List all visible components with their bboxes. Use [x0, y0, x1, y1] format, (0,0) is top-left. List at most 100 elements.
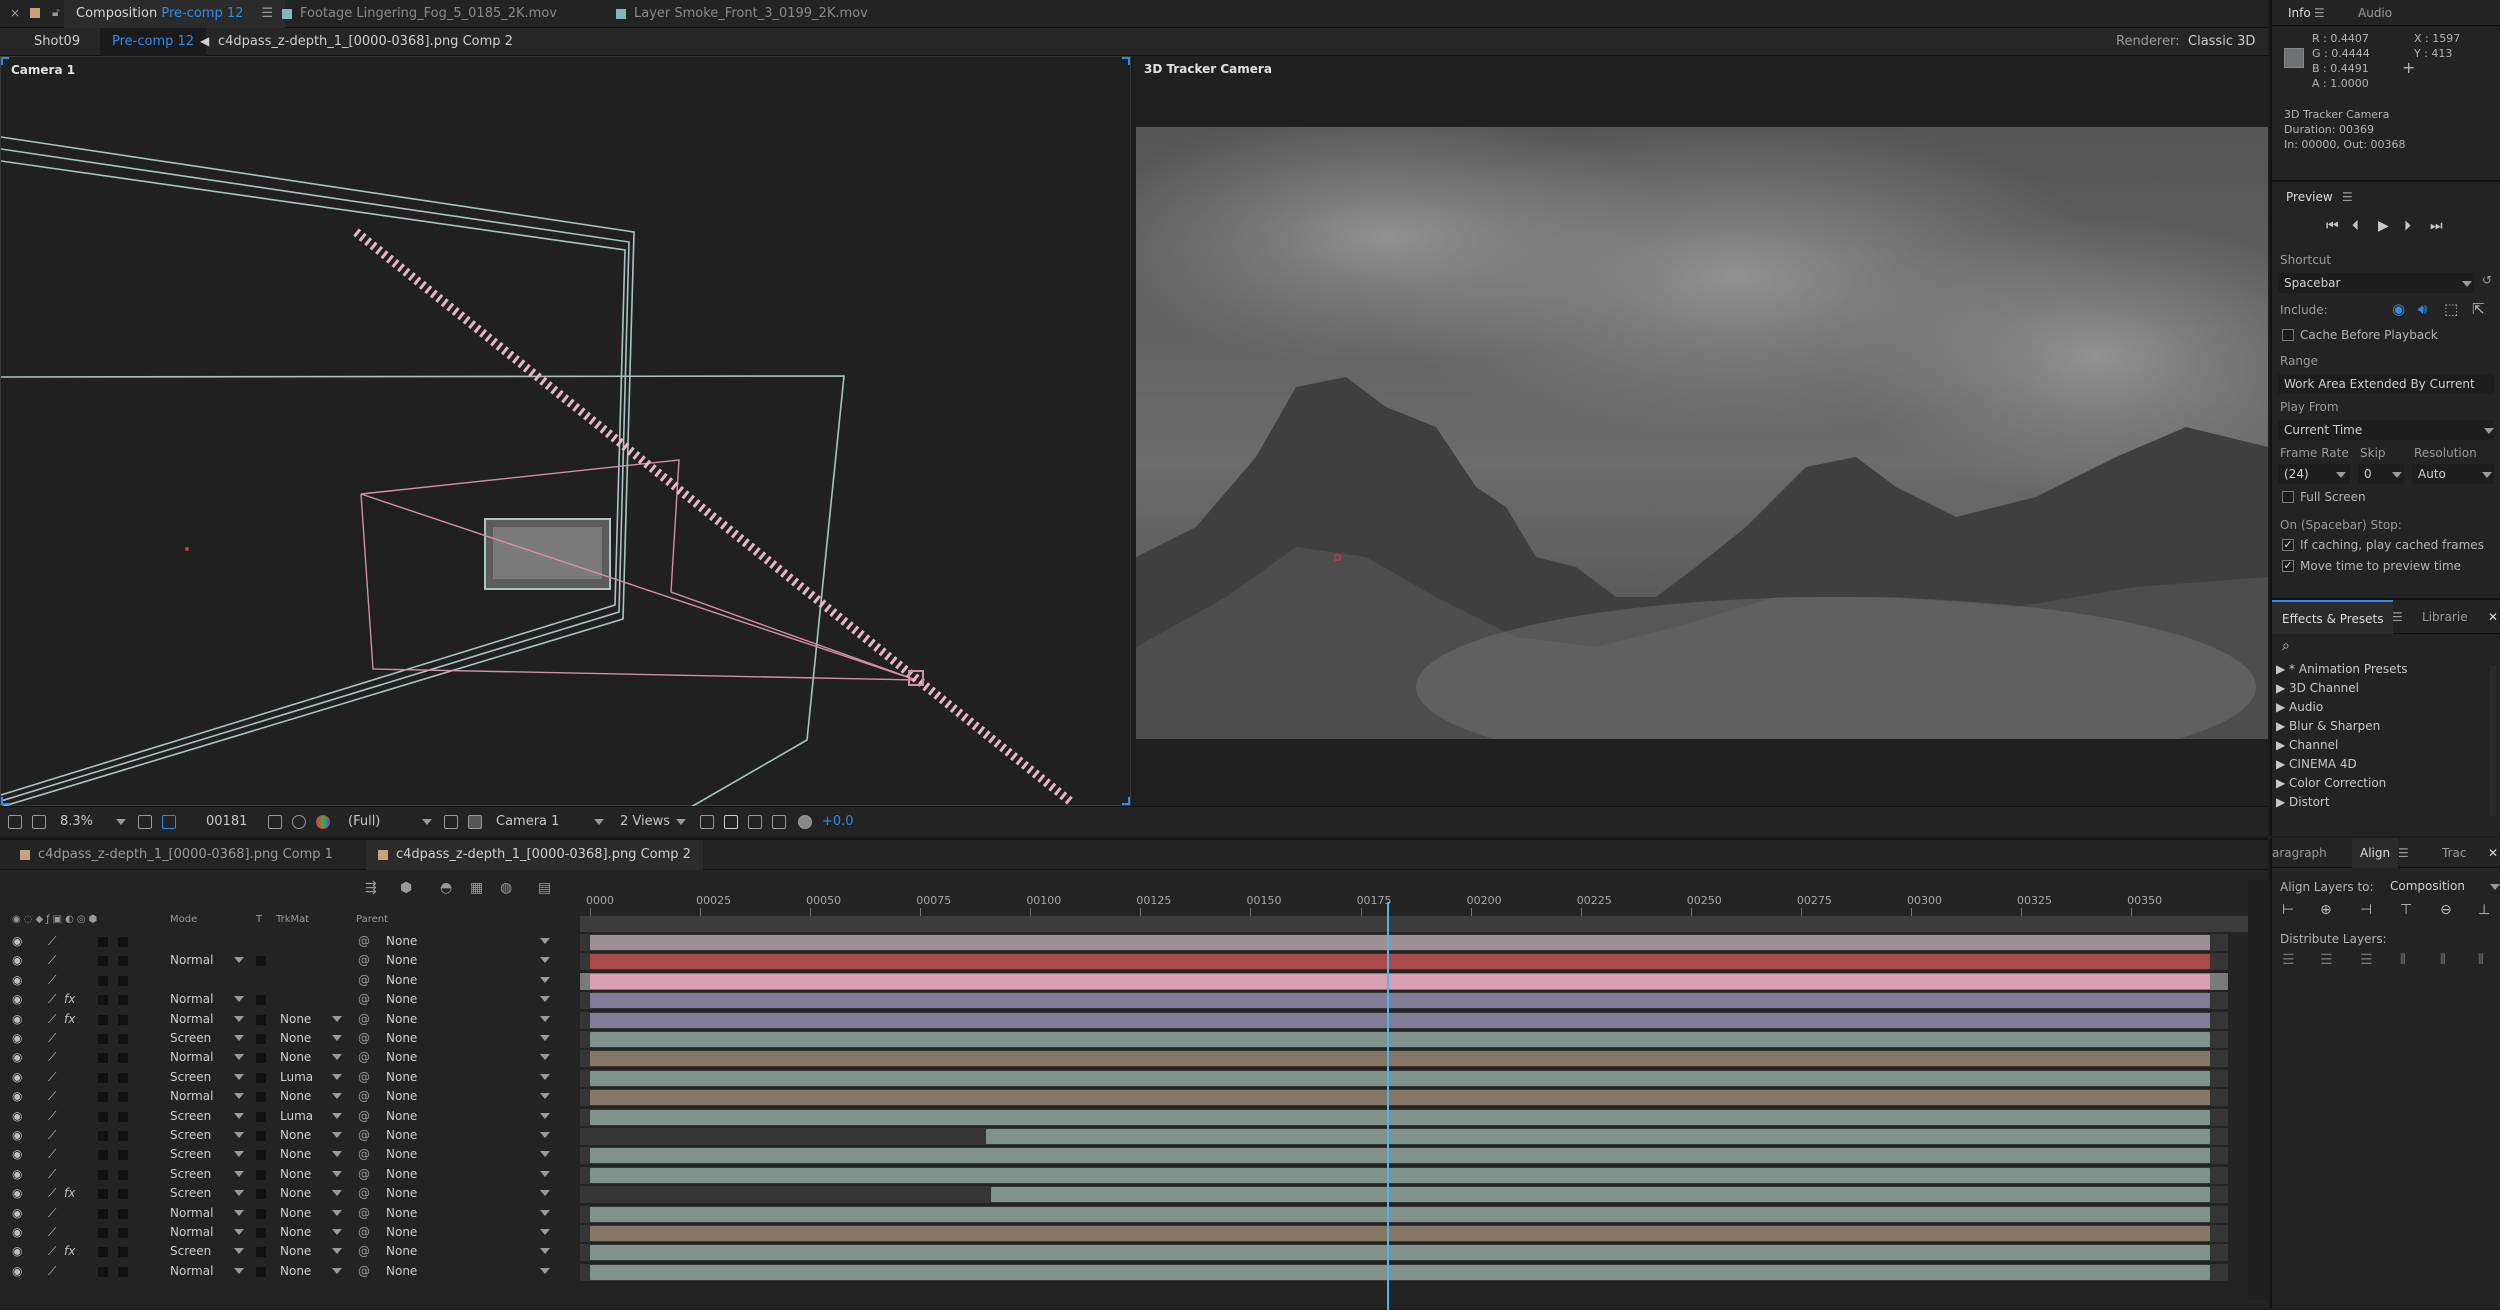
layer-duration-bar[interactable]: [590, 1012, 2211, 1028]
track-matte-dropdown[interactable]: None: [280, 1145, 311, 1164]
layer-duration-bar[interactable]: [590, 1032, 2211, 1047]
mode-chevron-icon[interactable]: [234, 1229, 244, 1235]
parent-dropdown[interactable]: None: [386, 1184, 417, 1203]
switch-box[interactable]: [98, 956, 108, 967]
layer-duration-bar[interactable]: [590, 935, 2211, 950]
parent-chevron-icon[interactable]: [540, 1054, 550, 1061]
switch-box[interactable]: [98, 975, 108, 986]
trkmat-chevron-icon[interactable]: [332, 1132, 342, 1138]
include-audio-icon[interactable]: 🔊︎: [2418, 300, 2427, 318]
camera-chevron-icon[interactable]: [594, 819, 604, 825]
motion-blur-icon[interactable]: ◍: [500, 880, 512, 896]
visibility-eye-icon[interactable]: ◉: [12, 971, 22, 990]
parent-pickwhip-icon[interactable]: @: [358, 1068, 370, 1087]
switch-box[interactable]: [118, 1189, 128, 1200]
preserve-transparency-box[interactable]: [256, 1014, 266, 1025]
layer-row[interactable]: ◉ ⟋ Normal None @ None: [0, 1204, 578, 1223]
preserve-transparency-box[interactable]: [256, 1266, 266, 1277]
mode-chevron-icon[interactable]: [234, 957, 244, 964]
distribute-top-icon[interactable]: ☰: [2282, 952, 2295, 968]
layer-duration-bar[interactable]: [590, 1109, 2211, 1125]
parent-chevron-icon[interactable]: [540, 1170, 550, 1177]
timeline-scrollbar[interactable]: [2248, 880, 2268, 1300]
parent-chevron-icon[interactable]: [540, 1035, 550, 1041]
layer-row[interactable]: ◉ ⟋ fx Screen None @ None: [0, 1184, 578, 1203]
trkmat-chevron-icon[interactable]: [332, 1151, 342, 1158]
visibility-eye-icon[interactable]: ◉: [12, 1107, 22, 1126]
quality-icon[interactable]: ⟋: [48, 1262, 56, 1281]
preserve-transparency-box[interactable]: [256, 1131, 266, 1141]
quality-icon[interactable]: ⟋: [48, 1048, 56, 1067]
skip-chevron-icon[interactable]: [2392, 472, 2402, 478]
layer-row[interactable]: ◉ ⟋ Normal None @ None: [0, 1087, 578, 1106]
parent-pickwhip-icon[interactable]: @: [358, 1107, 370, 1126]
resolution-chevron-icon[interactable]: [2482, 472, 2492, 478]
breadcrumb-shot09[interactable]: Shot09: [34, 28, 80, 56]
camera-dropdown[interactable]: Camera 1: [496, 807, 559, 837]
breadcrumb-precomp12[interactable]: Pre-comp 12: [100, 28, 207, 56]
include-video-icon[interactable]: ◉: [2392, 300, 2405, 318]
layer-duration-bar[interactable]: [590, 1206, 2211, 1222]
panel-menu-icon[interactable]: ☰: [2398, 846, 2409, 860]
transparency-grid-icon[interactable]: [468, 815, 482, 829]
layer-row[interactable]: ◉ ⟋ Screen Luma @ None: [0, 1107, 578, 1126]
layer-duration-bar[interactable]: [590, 1226, 2211, 1241]
renderer-value[interactable]: Classic 3D: [2188, 28, 2255, 56]
shortcut-dropdown[interactable]: Spacebar: [2278, 273, 2474, 293]
switch-box[interactable]: [118, 1266, 128, 1277]
parent-chevron-icon[interactable]: [540, 1248, 550, 1255]
switch-box[interactable]: [118, 1092, 128, 1103]
next-frame-icon[interactable]: ⏵: [2404, 218, 2411, 234]
reset-icon[interactable]: ↺: [2482, 273, 2492, 287]
timeline-icon[interactable]: [772, 815, 786, 829]
visibility-eye-icon[interactable]: ◉: [12, 1068, 22, 1087]
play-from-dropdown[interactable]: Current Time: [2278, 420, 2494, 440]
mode-chevron-icon[interactable]: [234, 996, 244, 1003]
comp-flowchart-icon[interactable]: ⇶: [365, 880, 377, 896]
switch-box[interactable]: [118, 975, 128, 986]
tab-audio[interactable]: Audio: [2358, 6, 2392, 20]
effects-category[interactable]: ▶ Color Correction: [2276, 776, 2386, 790]
layer-duration-bar[interactable]: [590, 993, 2211, 1009]
blend-mode-dropdown[interactable]: Screen: [170, 1029, 211, 1048]
switch-box[interactable]: [98, 1247, 108, 1258]
distribute-vcenter-icon[interactable]: ☰: [2320, 952, 2333, 968]
track-matte-dropdown[interactable]: None: [280, 1010, 311, 1029]
blend-mode-dropdown[interactable]: Screen: [170, 1184, 211, 1203]
track-matte-dropdown[interactable]: Luma: [280, 1068, 313, 1087]
blend-mode-dropdown[interactable]: Normal: [170, 1048, 213, 1067]
include-external-icon[interactable]: ⇱: [2472, 300, 2485, 318]
track-matte-dropdown[interactable]: None: [280, 1048, 311, 1067]
blend-mode-dropdown[interactable]: Screen: [170, 1242, 211, 1261]
close-icon[interactable]: ✕: [2488, 846, 2498, 860]
breadcrumb-comp2[interactable]: c4dpass_z-depth_1_[0000-0368].png Comp 2: [218, 28, 513, 56]
trkmat-chevron-icon[interactable]: [332, 1209, 342, 1216]
preserve-transparency-box[interactable]: [256, 1034, 266, 1044]
mode-chevron-icon[interactable]: [234, 1190, 244, 1197]
preserve-transparency-box[interactable]: [256, 1169, 266, 1180]
mode-chevron-icon[interactable]: [234, 1015, 244, 1022]
visibility-eye-icon[interactable]: ◉: [12, 932, 22, 951]
align-left-icon[interactable]: ⊢: [2282, 902, 2294, 918]
switch-box[interactable]: [98, 1034, 108, 1044]
parent-pickwhip-icon[interactable]: @: [358, 951, 370, 970]
previous-frame-icon[interactable]: ⏴: [2352, 218, 2359, 234]
track-matte-dropdown[interactable]: None: [280, 1087, 311, 1106]
include-overlays-icon[interactable]: ⬚: [2444, 300, 2458, 318]
effects-category[interactable]: ▶ Blur & Sharpen: [2276, 719, 2380, 733]
parent-dropdown[interactable]: None: [386, 1029, 417, 1048]
trkmat-chevron-icon[interactable]: [332, 1054, 342, 1061]
trkmat-chevron-icon[interactable]: [332, 1015, 342, 1022]
play-icon[interactable]: ▶: [2378, 218, 2389, 234]
align-to-dropdown[interactable]: Composition: [2384, 876, 2496, 896]
zoom-chevron-icon[interactable]: [116, 819, 126, 825]
parent-dropdown[interactable]: None: [386, 1204, 417, 1223]
mode-chevron-icon[interactable]: [234, 1151, 244, 1158]
lock-icon[interactable]: 🔓︎: [52, 5, 60, 20]
switch-box[interactable]: [118, 1014, 128, 1025]
align-bottom-icon[interactable]: ⊥: [2478, 902, 2490, 918]
switch-box[interactable]: [98, 1150, 108, 1161]
parent-pickwhip-icon[interactable]: @: [358, 1242, 370, 1261]
parent-dropdown[interactable]: None: [386, 1242, 417, 1261]
parent-dropdown[interactable]: None: [386, 1126, 417, 1145]
